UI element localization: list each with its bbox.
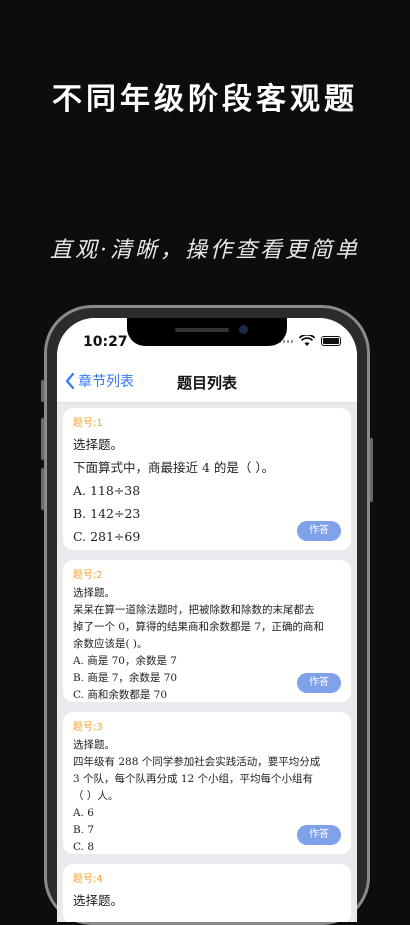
nav-bar: 章节列表 题目列表 xyxy=(57,362,357,403)
promo-title: 不同年级阶段客观题 xyxy=(52,82,358,117)
question-type: 选择题。 xyxy=(73,739,115,751)
phone-frame: 10:27 章节列表 题目列表 题号:1 选择题。 下面算式中，商最接近 4 的… xyxy=(41,305,373,925)
answer-button[interactable]: 作答 xyxy=(297,825,341,845)
battery-icon xyxy=(321,336,341,346)
page-title: 题目列表 xyxy=(176,374,237,392)
phone-volume-down xyxy=(41,468,44,510)
question-stem-line: 四年级有 288 个同学参加社会实践活动，要平均分成 xyxy=(73,756,321,768)
question-stem-line: （ ）人。 xyxy=(73,790,119,802)
speaker-grille xyxy=(175,328,229,332)
question-card[interactable]: 题号:2 选择题。 呆呆在算一道除法题时，把被除数和除数的末尾都去 掉了一个 0… xyxy=(63,560,351,702)
wifi-icon xyxy=(299,335,315,346)
question-type: 选择题。 xyxy=(73,587,115,599)
question-card[interactable]: 题号:3 选择题。 四年级有 288 个同学参加社会实践活动，要平均分成 3 个… xyxy=(63,712,351,854)
question-type: 选择题。 xyxy=(73,893,124,908)
notch xyxy=(127,318,287,346)
question-type: 选择题。 xyxy=(73,437,124,452)
question-stem-line: 3 个队，每个队再分成 12 个小组，平均每个小组有 xyxy=(73,773,314,785)
question-number: 题号:2 xyxy=(73,570,103,581)
question-card[interactable]: 题号:1 选择题。 下面算式中，商最接近 4 的是（ ）。 A. 118÷38 … xyxy=(63,408,351,550)
front-camera xyxy=(239,325,248,334)
phone-volume-up xyxy=(41,418,44,460)
answer-button[interactable]: 作答 xyxy=(297,673,341,693)
answer-button[interactable]: 作答 xyxy=(297,521,341,541)
question-stem-line: 掉了一个 0，算得的结果商和余数都是 7，正确的商和 xyxy=(73,621,325,633)
question-stem-line: 呆呆在算一道除法题时，把被除数和除数的末尾都去 xyxy=(73,604,315,616)
status-time: 10:27 xyxy=(83,334,128,350)
question-stem-line: 余数应该是( )。 xyxy=(73,638,148,650)
question-number: 题号:3 xyxy=(73,722,103,733)
promo-subtitle: 直观·清晰，操作查看更简单 xyxy=(50,238,360,263)
option-a: A. 118÷38 xyxy=(73,483,141,498)
question-stem: 下面算式中，商最接近 4 的是（ ）。 xyxy=(73,460,275,475)
question-number: 题号:4 xyxy=(73,874,103,885)
question-card[interactable]: 题号:4 选择题。 xyxy=(63,864,351,922)
phone-power-button xyxy=(370,438,373,502)
question-number: 题号:1 xyxy=(73,418,103,429)
option-a: A. 6 xyxy=(73,807,94,819)
option-a: A. 商是 70，余数是 7 xyxy=(73,655,177,667)
phone-screen: 10:27 章节列表 题目列表 题号:1 选择题。 下面算式中，商最接近 4 的… xyxy=(57,318,357,922)
question-list[interactable]: 题号:1 选择题。 下面算式中，商最接近 4 的是（ ）。 A. 118÷38 … xyxy=(63,408,351,922)
phone-side-button xyxy=(41,380,44,402)
